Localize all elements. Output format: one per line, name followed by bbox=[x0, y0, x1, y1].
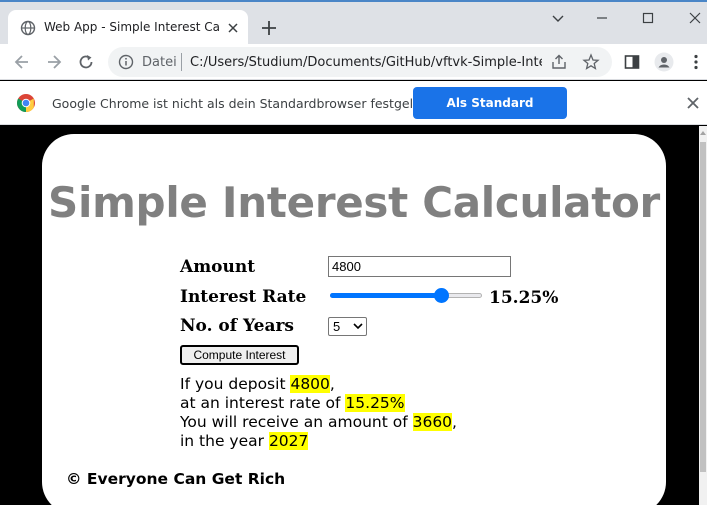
close-tab-icon[interactable] bbox=[224, 19, 242, 37]
slider-fill bbox=[330, 293, 442, 298]
info-icon[interactable] bbox=[118, 54, 134, 70]
reload-icon[interactable] bbox=[76, 52, 96, 72]
address-url[interactable]: C:/Users/Studium/Documents/GitHub/vftvk-… bbox=[190, 55, 542, 70]
share-icon[interactable] bbox=[550, 53, 568, 71]
tab-search-chevron-icon[interactable] bbox=[546, 8, 570, 28]
infobar-message: Google Chrome ist nicht als dein Standar… bbox=[52, 96, 434, 111]
minimize-icon[interactable] bbox=[590, 8, 614, 28]
result-line-amount: You will receive an amount of 3660, bbox=[180, 413, 457, 432]
years-selected-value: 5 bbox=[333, 319, 341, 334]
year-value: 2027 bbox=[268, 432, 309, 450]
chevron-down-icon bbox=[353, 323, 363, 330]
profile-avatar-icon[interactable] bbox=[654, 52, 674, 72]
footer-copyright: © Everyone Can Get Rich bbox=[66, 470, 286, 488]
amount-input[interactable] bbox=[328, 256, 511, 277]
slider-thumb[interactable] bbox=[434, 288, 450, 303]
years-select[interactable]: 5 bbox=[328, 317, 367, 336]
scroll-up-arrow-icon[interactable] bbox=[700, 130, 706, 136]
bookmark-star-icon[interactable] bbox=[582, 53, 600, 71]
default-browser-infobar: Google Chrome ist nicht als dein Standar… bbox=[0, 81, 707, 142]
result-line-rate: at an interest rate of 15.25% bbox=[180, 394, 405, 413]
compute-interest-button[interactable]: Compute Interest bbox=[180, 345, 299, 365]
address-bar[interactable]: Datei C:/Users/Studium/Documents/GitHub/… bbox=[108, 47, 612, 77]
browser-toolbar: Datei C:/Users/Studium/Documents/GitHub/… bbox=[0, 44, 707, 80]
tab-strip: Web App - Simple Interest Calculator bbox=[0, 0, 707, 46]
scrollbar-thumb[interactable] bbox=[700, 142, 706, 472]
page-viewport: Simple Interest Calculator Amount Intere… bbox=[0, 126, 707, 505]
result-text: in the year bbox=[180, 432, 269, 450]
result-text: If you deposit bbox=[180, 375, 291, 393]
back-arrow-icon[interactable] bbox=[12, 52, 32, 72]
years-label: No. of Years bbox=[180, 316, 295, 336]
page-title: Simple Interest Calculator bbox=[48, 178, 660, 227]
globe-icon bbox=[20, 20, 36, 36]
result-text: , bbox=[329, 375, 335, 393]
tab-title: Web App - Simple Interest Calculator bbox=[44, 20, 220, 34]
browser-tab[interactable]: Web App - Simple Interest Calculator bbox=[8, 10, 248, 46]
close-window-icon[interactable] bbox=[683, 8, 707, 28]
result-text: at an interest rate of bbox=[180, 394, 346, 412]
interest-rate-slider[interactable] bbox=[330, 286, 482, 304]
chrome-logo-icon bbox=[16, 94, 35, 112]
address-divider bbox=[181, 53, 182, 71]
deposit-value: 4800 bbox=[290, 375, 330, 393]
result-line-deposit: If you deposit 4800, bbox=[180, 375, 335, 394]
result-line-year: in the year 2027 bbox=[180, 432, 309, 451]
amount-value: 3660 bbox=[412, 413, 453, 431]
more-menu-icon[interactable] bbox=[686, 52, 706, 72]
result-text: You will receive an amount of bbox=[180, 413, 413, 431]
interest-rate-value: 15.25% bbox=[489, 288, 559, 308]
calculator-card: Simple Interest Calculator Amount Intere… bbox=[42, 134, 666, 505]
set-default-button[interactable]: Als Standard festlegen bbox=[413, 87, 567, 142]
rate-value: 15.25% bbox=[345, 394, 405, 412]
new-tab-icon[interactable] bbox=[258, 17, 280, 39]
interest-rate-label: Interest Rate bbox=[180, 287, 307, 307]
address-scheme-label: Datei bbox=[142, 55, 177, 70]
amount-label: Amount bbox=[180, 257, 256, 277]
maximize-icon[interactable] bbox=[636, 8, 660, 28]
close-infobar-icon[interactable] bbox=[684, 94, 702, 112]
result-text: , bbox=[452, 413, 457, 431]
page-scrollbar[interactable] bbox=[699, 126, 707, 505]
forward-arrow-icon[interactable] bbox=[44, 52, 64, 72]
side-panel-icon[interactable] bbox=[622, 52, 642, 72]
